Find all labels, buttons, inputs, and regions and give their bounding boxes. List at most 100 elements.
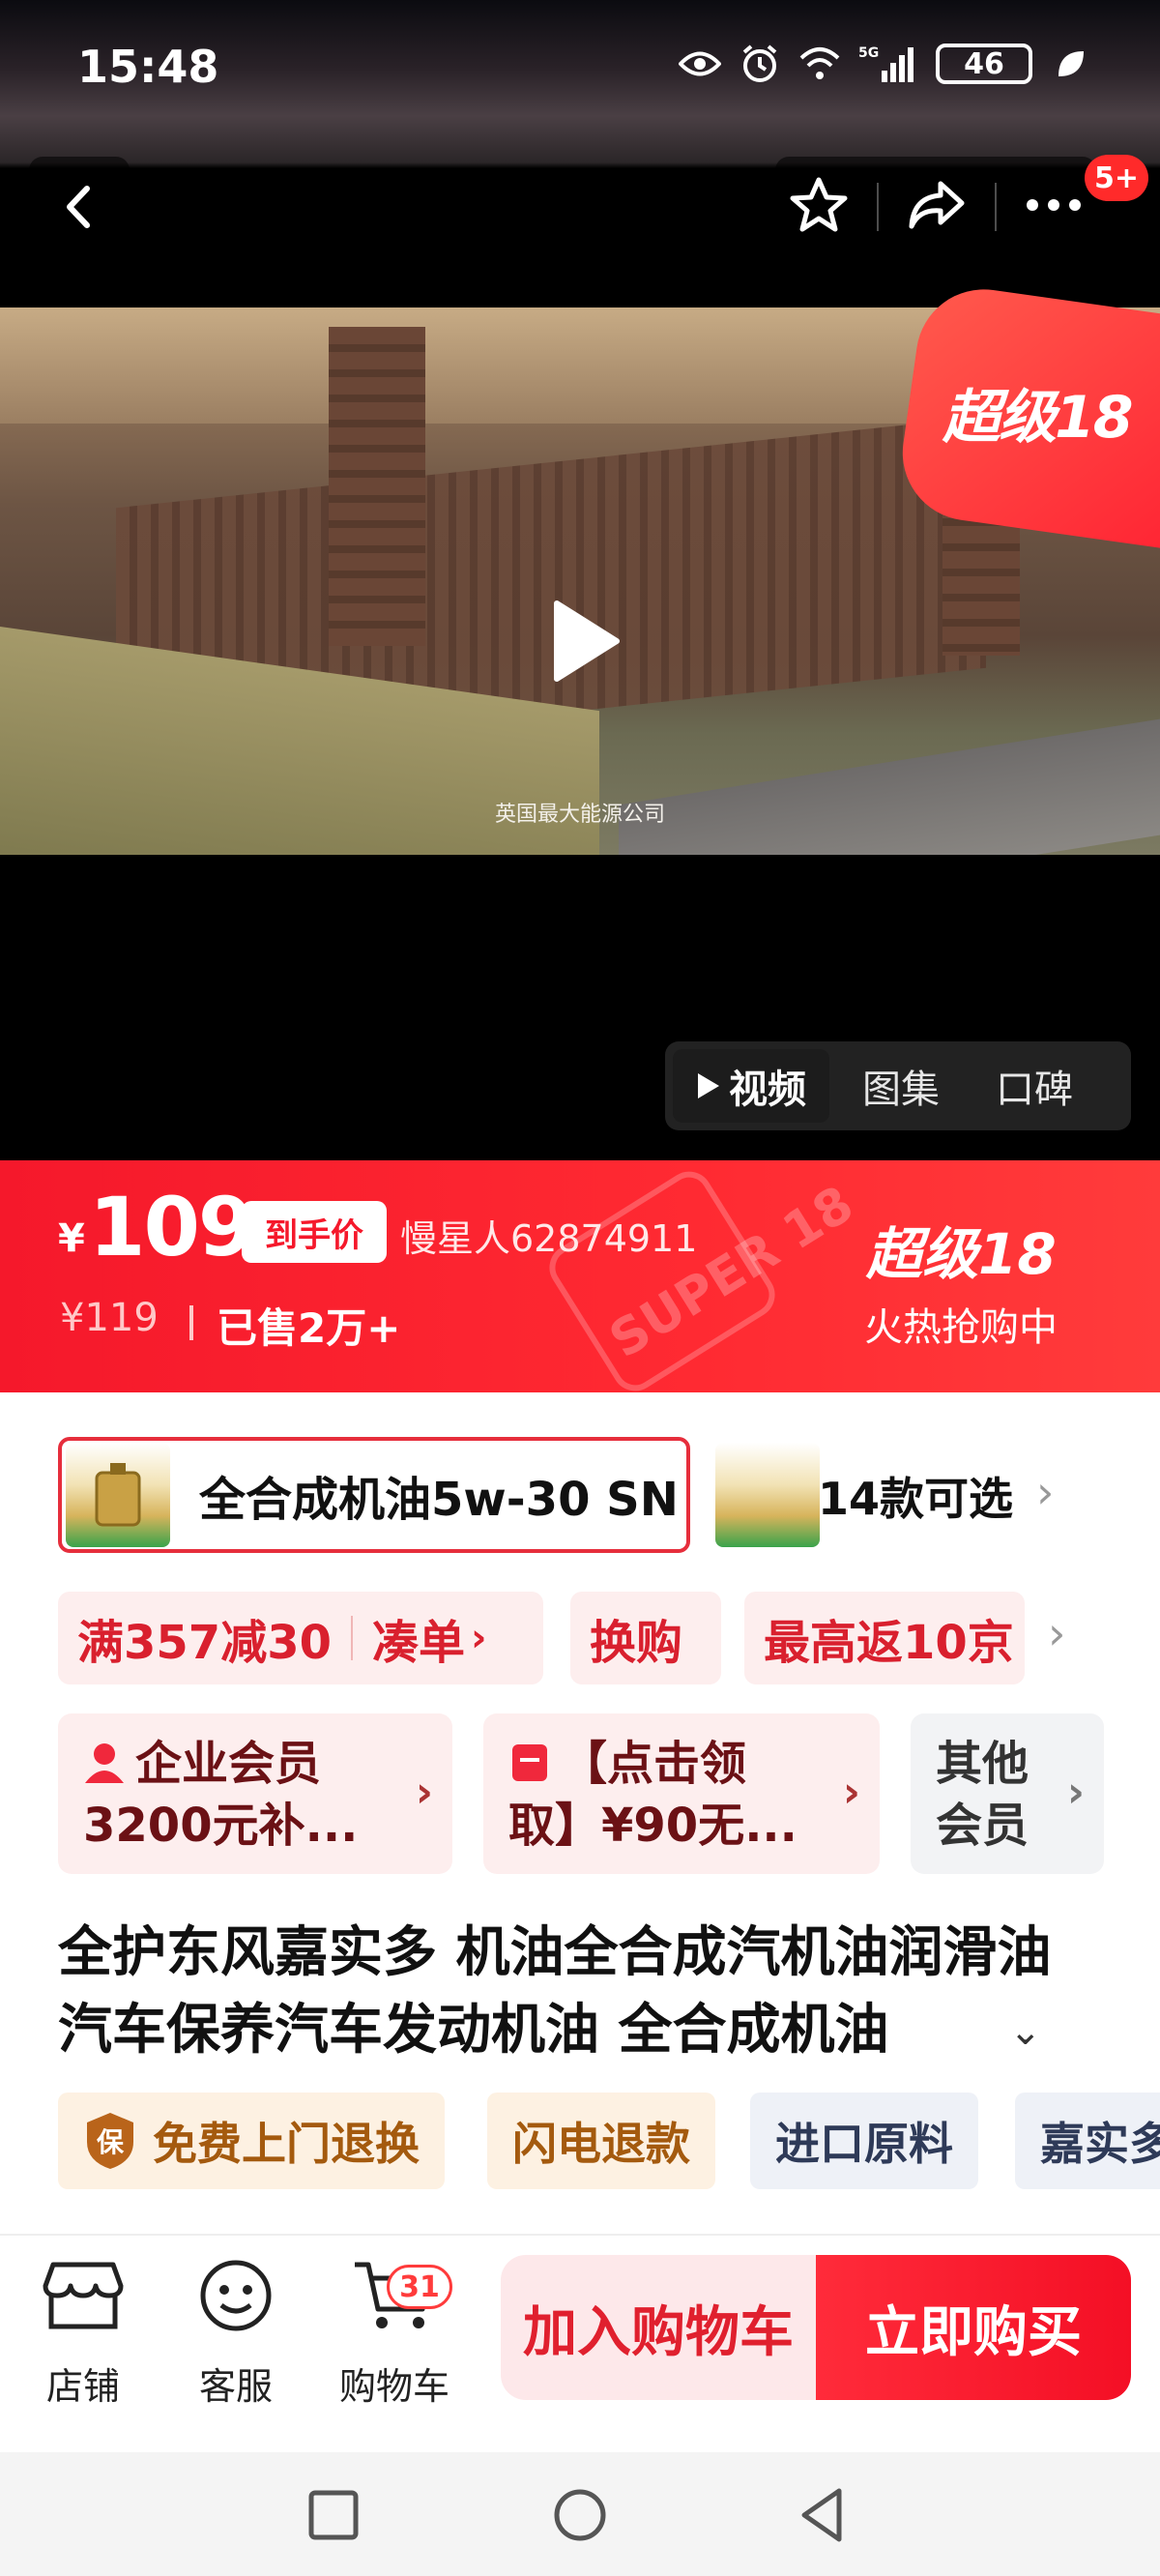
home-icon[interactable] — [546, 2481, 614, 2549]
battery-indicator: 46 — [936, 44, 1032, 84]
svg-text:保: 保 — [97, 2126, 125, 2158]
tab-reviews-label: 口碑 — [996, 1068, 1073, 1112]
member-card-title: 【点击领 — [561, 1737, 747, 1791]
smiley-chat-icon — [200, 2260, 272, 2331]
eye-icon — [679, 43, 721, 85]
expand-title-button[interactable]: ⌄ — [1009, 2009, 1042, 2054]
promo-exchange-chip[interactable]: 换购 — [570, 1592, 721, 1684]
promo-discount: 满357减30 — [77, 1616, 332, 1670]
user-icon — [85, 1743, 124, 1783]
leaf-icon — [1050, 43, 1092, 85]
final-price-tag: 到手价 — [242, 1201, 387, 1263]
sku-selected[interactable]: 全合成机油5w-30 SN — [58, 1437, 690, 1553]
sku-more-options[interactable]: 14款可选 — [818, 1464, 1013, 1528]
sku-selector: 全合成机油5w-30 SN 14款可选 › — [58, 1437, 1121, 1553]
currency-symbol: ¥ — [58, 1216, 85, 1261]
service-tag-label: 闪电退款 — [512, 2118, 690, 2170]
cart-count-badge: 31 — [387, 2265, 452, 2309]
status-bar: 15:48 5G 46 — [0, 0, 1160, 135]
chevron-right-icon: › — [415, 1768, 433, 1817]
price-banner: SUPER 18 ¥ 109 到手价 慢星人62874911 ¥119 已售2万… — [0, 1160, 1160, 1392]
service-tag-brand[interactable]: 嘉实多 — [1015, 2093, 1160, 2189]
chevron-right-icon: › — [1036, 1466, 1055, 1518]
status-time: 15:48 — [77, 41, 219, 93]
promo-subtitle: 火热抢购中 — [864, 1305, 1058, 1350]
star-icon — [790, 177, 848, 232]
favorite-button[interactable] — [789, 176, 849, 238]
more-icon — [1026, 199, 1081, 211]
tab-video[interactable]: 视频 — [673, 1049, 829, 1123]
divider — [995, 183, 998, 231]
service-label: 客服 — [198, 2365, 273, 2408]
service-tag-label: 嘉实多 — [1040, 2118, 1160, 2170]
product-title: 全护东风嘉实多 机油全合成汽机油润滑油汽车保养汽车发动机油 全合成机油 — [58, 1921, 1052, 2062]
notification-badge: 5+ — [1085, 155, 1149, 201]
member-card-coupon[interactable]: 【点击领 取】¥90无... › — [483, 1713, 880, 1874]
media-road — [619, 718, 1160, 855]
member-card-line1: 【点击领 — [508, 1733, 855, 1795]
media-tabs: 视频 图集 口碑 — [665, 1041, 1131, 1130]
share-icon — [909, 181, 965, 229]
member-card-desc: 会员 — [936, 1799, 1030, 1853]
service-tags: 保 免费上门退换 闪电退款 进口原料 嘉实多 — [58, 2093, 1160, 2189]
coupon-icon — [512, 1744, 547, 1781]
back-button[interactable] — [29, 157, 130, 257]
service-tag-imported[interactable]: 进口原料 — [750, 2093, 978, 2189]
more-button[interactable] — [1025, 197, 1083, 217]
chevron-left-icon — [67, 186, 90, 228]
buy-now-button[interactable]: 立即购买 — [816, 2255, 1131, 2400]
recents-icon[interactable] — [300, 2481, 367, 2549]
shop-button[interactable]: 店铺 — [25, 2257, 141, 2410]
promo-title: 超级18 — [866, 1221, 1057, 1287]
promo-cashback-chip[interactable]: 最高返10京 — [744, 1592, 1025, 1684]
chevron-right-icon: › — [471, 1616, 487, 1660]
member-benefits: 企业会员 3200元补... › 【点击领 取】¥90无... › 其他 会员 … — [58, 1713, 1121, 1874]
divider — [876, 183, 879, 231]
tab-reviews[interactable]: 口碑 — [972, 1049, 1096, 1123]
share-button[interactable] — [906, 178, 968, 236]
promotions: 满357减30 凑单 › 换购 最高返10京 › — [58, 1592, 1121, 1684]
add-to-cart-button[interactable]: 加入购物车 — [501, 2255, 816, 2400]
member-card-desc: 3200元补... — [83, 1799, 359, 1853]
promo-ribbon-text: 超级18 — [942, 384, 1133, 452]
chevron-right-icon: › — [1066, 1768, 1085, 1817]
play-icon[interactable] — [547, 598, 624, 685]
chevron-right-icon: › — [1048, 1607, 1066, 1659]
service-tag-label: 免费上门退换 — [153, 2118, 420, 2170]
sku-other-thumbnail[interactable] — [715, 1443, 820, 1547]
original-price: ¥119 — [60, 1296, 159, 1340]
service-tag-return[interactable]: 保 免费上门退换 — [58, 2093, 445, 2189]
tab-gallery[interactable]: 图集 — [839, 1049, 963, 1123]
shield-icon: 保 — [87, 2113, 133, 2169]
cart-label: 购物车 — [338, 2365, 450, 2408]
media-tower — [329, 327, 425, 646]
play-small-icon — [698, 1073, 719, 1098]
member-card-title: 其他 — [936, 1737, 1030, 1791]
alarm-icon — [739, 43, 781, 85]
promo-discount-chip[interactable]: 满357减30 凑单 › — [58, 1592, 543, 1684]
action-bar: 店铺 客服 购物车 31 加入购物车 立即购买 — [0, 2234, 1160, 2452]
status-icons: 5G 46 — [679, 43, 1092, 85]
member-card-enterprise[interactable]: 企业会员 3200元补... › — [58, 1713, 452, 1874]
signal-icon: 5G — [858, 43, 918, 85]
member-card-other[interactable]: 其他 会员 › — [911, 1713, 1104, 1874]
back-triangle-icon[interactable] — [791, 2481, 858, 2549]
sku-thumbnail — [66, 1443, 170, 1547]
promo-cashback: 最高返10京 — [764, 1616, 1014, 1670]
store-icon — [43, 2262, 124, 2329]
shop-label: 店铺 — [45, 2365, 120, 2408]
chevron-right-icon: › — [842, 1768, 860, 1817]
service-tag-refund[interactable]: 闪电退款 — [487, 2093, 715, 2189]
sku-selected-label: 全合成机油5w-30 SN — [199, 1473, 679, 1527]
system-navigation-bar — [0, 2452, 1160, 2576]
top-actions — [775, 157, 1096, 257]
wifi-icon — [798, 43, 841, 85]
divider — [351, 1616, 353, 1660]
divider — [189, 1305, 193, 1340]
customer-service-button[interactable]: 客服 — [178, 2257, 294, 2410]
member-card-line1: 企业会员 — [83, 1733, 427, 1795]
promo-exchange: 换购 — [590, 1616, 683, 1670]
member-card-title: 企业会员 — [135, 1737, 322, 1791]
buyer-name: 慢星人62874911 — [400, 1217, 698, 1260]
sold-count: 已售2万+ — [217, 1304, 401, 1352]
